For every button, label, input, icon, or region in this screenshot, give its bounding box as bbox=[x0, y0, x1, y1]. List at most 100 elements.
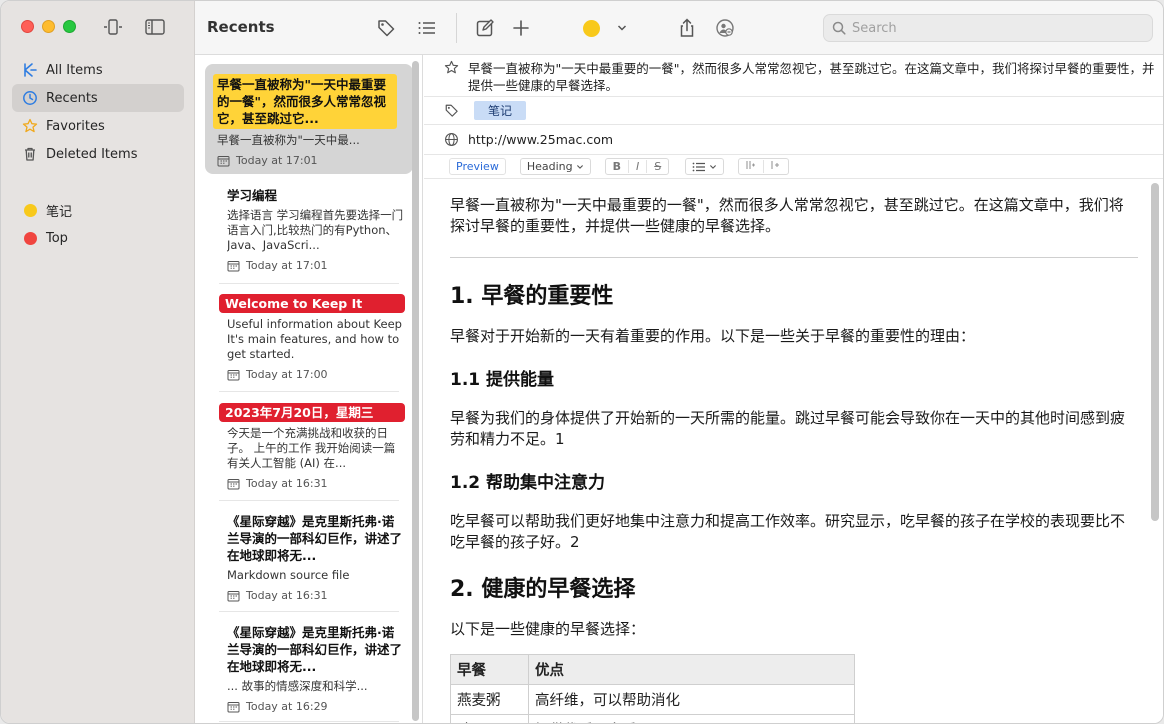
collaborate-icon[interactable] bbox=[712, 15, 738, 41]
table-tools-group bbox=[738, 158, 790, 175]
layout-toggle-icon[interactable] bbox=[101, 15, 125, 39]
note-preview: ... 故事的情感深度和科学... bbox=[227, 679, 368, 693]
note-divider bbox=[219, 500, 399, 501]
breakfast-table: 早餐 优点 燕麦粥 高纤维，可以帮助消化 鸡蛋 提供优质蛋白质 bbox=[450, 654, 855, 723]
note-divider bbox=[219, 391, 399, 392]
sidebar-toggle-icon[interactable] bbox=[143, 15, 167, 39]
editor-scrollbar[interactable] bbox=[1151, 183, 1159, 521]
note-url-row[interactable]: http://www.25mac.com bbox=[424, 125, 1163, 155]
search-icon bbox=[832, 21, 846, 35]
note-title: 《星际穿越》是克里斯托弗·诺兰导演的一部科幻巨作，讲述了在地球即将无... bbox=[227, 514, 403, 563]
tag-icon bbox=[444, 103, 459, 121]
note-title: 《星际穿越》是克里斯托弗·诺兰导演的一部科幻巨作，讲述了在地球即将无... bbox=[227, 625, 403, 674]
table-cell: 提供优质蛋白质 bbox=[528, 714, 855, 723]
heading-dropdown[interactable]: Heading bbox=[519, 158, 591, 175]
note-list-scrollbar[interactable] bbox=[412, 61, 419, 721]
tag-chip[interactable]: 笔记 bbox=[474, 101, 527, 120]
note-preview: 早餐一直被称为"一天中最... bbox=[217, 133, 360, 147]
insert-row-icon[interactable] bbox=[763, 160, 788, 173]
bold-button[interactable]: B bbox=[606, 160, 628, 173]
calendar-icon bbox=[227, 369, 240, 380]
star-icon bbox=[22, 118, 38, 134]
app-window: All Items Recents Favorites Deleted Item… bbox=[0, 0, 1164, 724]
heading-importance: 1. 早餐的重要性 bbox=[450, 284, 614, 309]
note-date: Today at 16:29 bbox=[227, 700, 405, 713]
sidebar-item-label: Favorites bbox=[46, 118, 105, 134]
search-field[interactable] bbox=[823, 14, 1153, 42]
sidebar-item-label: Deleted Items bbox=[46, 146, 138, 162]
search-input[interactable] bbox=[852, 20, 1132, 36]
table-row: 鸡蛋 提供优质蛋白质 bbox=[450, 714, 855, 723]
favorite-star-icon[interactable] bbox=[444, 60, 459, 79]
calendar-icon bbox=[227, 260, 240, 271]
note-url[interactable]: http://www.25mac.com bbox=[468, 132, 613, 147]
zoom-window-button[interactable] bbox=[63, 20, 76, 33]
italic-button[interactable]: I bbox=[628, 160, 646, 173]
note-item-interstellar-1[interactable]: 《星际穿越》是克里斯托弗·诺兰导演的一部科幻巨作，讲述了在地球即将无... Ma… bbox=[205, 513, 413, 602]
add-icon[interactable] bbox=[508, 15, 534, 41]
sidebar-tag-label: Top bbox=[46, 230, 68, 246]
list-view-icon[interactable] bbox=[414, 15, 440, 41]
note-item-programming[interactable]: 学习编程 选择语言 学习编程首先要选择一门语言入门,比较热门的有Python、J… bbox=[205, 187, 413, 272]
note-content[interactable]: 早餐一直被称为"一天中最重要的一餐"，然而很多人常常忽视它，甚至跳过它。在这篇文… bbox=[450, 195, 1138, 723]
note-date: Today at 16:31 bbox=[227, 589, 405, 602]
note-tags-row[interactable]: 笔记 bbox=[424, 97, 1163, 125]
note-title-field[interactable]: 早餐一直被称为"一天中最重要的一餐"，然而很多人常常忽视它，甚至跳过它。在这篇文… bbox=[468, 60, 1155, 94]
trash-icon bbox=[22, 146, 38, 162]
sidebar-tag-top[interactable]: Top bbox=[12, 224, 184, 252]
note-date: Today at 16:31 bbox=[219, 477, 405, 490]
table-cell: 鸡蛋 bbox=[450, 714, 529, 723]
format-toolbar: Preview Heading B I S bbox=[424, 155, 1163, 179]
note-list: 早餐一直被称为"一天中最重要的一餐"，然而很多人常常忽视它，甚至跳过它... 早… bbox=[195, 55, 423, 723]
preview-button[interactable]: Preview bbox=[449, 158, 506, 175]
note-item-interstellar-2[interactable]: 《星际穿越》是克里斯托弗·诺兰导演的一部科幻巨作，讲述了在地球即将无... ..… bbox=[205, 624, 413, 713]
sidebar-item-label: All Items bbox=[46, 62, 103, 78]
insert-column-icon[interactable] bbox=[739, 160, 763, 173]
tag-icon[interactable] bbox=[373, 15, 399, 41]
minimize-window-button[interactable] bbox=[42, 20, 55, 33]
note-date-text: Today at 16:29 bbox=[246, 700, 328, 713]
sidebar: All Items Recents Favorites Deleted Item… bbox=[1, 1, 195, 723]
close-window-button[interactable] bbox=[21, 20, 34, 33]
sidebar-item-recents[interactable]: Recents bbox=[12, 84, 184, 112]
intro-paragraph: 早餐一直被称为"一天中最重要的一餐"，然而很多人常常忽视它，甚至跳过它。在这篇文… bbox=[450, 196, 1124, 235]
horizontal-rule bbox=[450, 257, 1138, 258]
list-icon bbox=[692, 162, 706, 171]
paragraph-importance: 早餐对于开始新的一天有着重要的作用。以下是一些关于早餐的重要性的理由： bbox=[450, 327, 976, 345]
paragraph-energy: 早餐为我们的身体提供了开始新的一天所需的能量。跳过早餐可能会导致你在一天中的其他… bbox=[450, 409, 1126, 448]
text-style-group: B I S bbox=[604, 158, 670, 175]
all-items-icon bbox=[22, 62, 38, 78]
calendar-icon bbox=[227, 478, 240, 489]
color-dropdown-chevron-icon[interactable] bbox=[609, 15, 635, 41]
toolbar: Recents bbox=[195, 1, 1163, 55]
note-title: 2023年7月20日，星期三 bbox=[219, 403, 405, 422]
note-title-row: 早餐一直被称为"一天中最重要的一餐"，然而很多人常常忽视它，甚至跳过它。在这篇文… bbox=[424, 55, 1163, 97]
share-icon[interactable] bbox=[674, 15, 700, 41]
list-dropdown[interactable] bbox=[685, 158, 725, 175]
compose-icon[interactable] bbox=[472, 15, 498, 41]
note-title: 早餐一直被称为"一天中最重要的一餐"，然而很多人常常忽视它，甚至跳过它... bbox=[213, 74, 397, 129]
note-date-text: Today at 17:01 bbox=[236, 154, 318, 167]
note-divider bbox=[219, 283, 399, 284]
heading-dropdown-label: Heading bbox=[526, 160, 573, 173]
red-tag-dot-icon bbox=[23, 231, 37, 245]
note-item-diary[interactable]: 2023年7月20日，星期三 今天是一个充满挑战和收获的日子。 上午的工作 我开… bbox=[205, 403, 413, 490]
table-header-row: 早餐 优点 bbox=[450, 654, 855, 685]
strikethrough-button[interactable]: S bbox=[646, 160, 668, 173]
note-item-welcome[interactable]: Welcome to Keep It Useful information ab… bbox=[205, 294, 413, 381]
sidebar-item-deleted-items[interactable]: Deleted Items bbox=[12, 140, 184, 168]
sidebar-item-all-items[interactable]: All Items bbox=[12, 56, 184, 84]
yellow-color-swatch-icon bbox=[582, 19, 600, 37]
sidebar-item-favorites[interactable]: Favorites bbox=[12, 112, 184, 140]
sidebar-tag-notes[interactable]: 笔记 bbox=[12, 196, 184, 224]
note-item-breakfast[interactable]: 早餐一直被称为"一天中最重要的一餐"，然而很多人常常忽视它，甚至跳过它... 早… bbox=[205, 64, 413, 174]
table-row: 燕麦粥 高纤维，可以帮助消化 bbox=[450, 684, 855, 715]
note-date-text: Today at 16:31 bbox=[246, 477, 328, 490]
calendar-icon bbox=[227, 701, 240, 712]
sidebar-item-label: Recents bbox=[46, 90, 98, 106]
note-date-text: Today at 17:01 bbox=[246, 259, 328, 272]
color-label-button[interactable] bbox=[578, 15, 604, 41]
table-cell: 燕麦粥 bbox=[450, 684, 529, 715]
calendar-icon bbox=[227, 590, 240, 601]
note-date: Today at 17:00 bbox=[219, 368, 405, 381]
